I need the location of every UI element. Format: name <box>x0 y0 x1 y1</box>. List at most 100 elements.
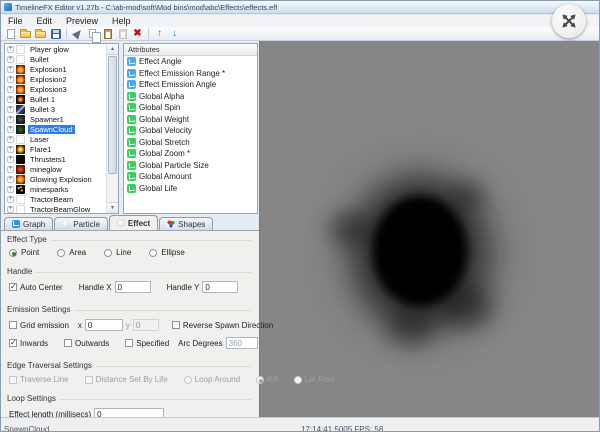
attribute-item[interactable]: Effect Angle <box>124 56 257 68</box>
four-arrows-expand-icon <box>559 11 579 31</box>
tab-effect[interactable]: Effect <box>109 215 158 230</box>
attribute-label: Global Stretch <box>139 138 190 147</box>
expand-plus-icon[interactable] <box>7 86 14 93</box>
ellipse-radio[interactable] <box>149 249 157 257</box>
expand-plus-icon[interactable] <box>7 186 14 193</box>
tree-item[interactable]: minesparks <box>5 184 106 194</box>
tree-item[interactable]: Thrusters1 <box>5 154 106 164</box>
expand-plus-icon[interactable] <box>7 166 14 173</box>
attribute-item[interactable]: Global Alpha <box>124 91 257 103</box>
tab-particle[interactable]: Particle <box>54 217 108 230</box>
expand-plus-icon[interactable] <box>7 136 14 143</box>
menu-edit[interactable]: Edit <box>30 16 60 26</box>
loop-around-radio[interactable] <box>184 376 192 384</box>
scrollbar-thumb[interactable] <box>108 56 117 174</box>
expand-plus-icon[interactable] <box>7 126 14 133</box>
kill-radio[interactable] <box>256 376 264 384</box>
expand-overlay-button[interactable] <box>552 4 586 38</box>
handle-y-input[interactable] <box>202 281 238 293</box>
tree-item[interactable]: Bullet 3 <box>5 104 106 114</box>
expand-plus-icon[interactable] <box>7 206 14 213</box>
paste-alt-button[interactable] <box>116 28 129 40</box>
expand-plus-icon[interactable] <box>7 146 14 153</box>
title-bar[interactable]: TimelineFX Editor v1.27b - C:\ab-mod\sof… <box>1 1 599 14</box>
tab-shapes[interactable]: Shapes <box>159 217 213 230</box>
let-free-radio[interactable] <box>294 376 302 384</box>
copy-button[interactable] <box>86 28 99 40</box>
arc-degrees-input[interactable] <box>226 337 258 349</box>
expand-plus-icon[interactable] <box>7 176 14 183</box>
expand-plus-icon[interactable] <box>7 46 14 53</box>
grid-y-input[interactable] <box>133 319 159 331</box>
tree-item[interactable]: mineglow <box>5 164 106 174</box>
tree-item[interactable]: Laser <box>5 134 106 144</box>
attribute-item[interactable]: Global Life <box>124 183 257 195</box>
open-folder-button[interactable] <box>19 28 32 40</box>
tree-item[interactable]: TractorBeamGlow <box>5 204 106 213</box>
menu-help[interactable]: Help <box>105 16 138 26</box>
scroll-down-icon[interactable]: ▼ <box>107 202 118 213</box>
move-up-button[interactable]: ↑ <box>153 28 166 40</box>
auto-center-checkbox[interactable] <box>9 283 17 291</box>
attribute-item[interactable]: Global Stretch <box>124 137 257 149</box>
attribute-item[interactable]: Effect Emission Range * <box>124 68 257 80</box>
expand-plus-icon[interactable] <box>7 96 14 103</box>
tree-item[interactable]: Player glow <box>5 44 106 54</box>
preview-viewport[interactable] <box>259 41 599 417</box>
area-radio[interactable] <box>57 249 65 257</box>
menu-preview[interactable]: Preview <box>59 16 105 26</box>
attribute-item[interactable]: Global Weight <box>124 114 257 126</box>
attribute-item[interactable]: Global Zoom * <box>124 148 257 160</box>
expand-plus-icon[interactable] <box>7 76 14 83</box>
outwards-checkbox[interactable] <box>64 339 72 347</box>
traverse-line-checkbox[interactable] <box>9 376 17 384</box>
tree-item[interactable]: Glowing Explosion <box>5 174 106 184</box>
reverse-spawn-checkbox[interactable] <box>172 321 180 329</box>
tree-scrollbar[interactable]: ▲ ▼ <box>106 44 118 213</box>
point-radio[interactable] <box>9 249 17 257</box>
save-button[interactable] <box>49 28 62 40</box>
handle-group: Handle <box>7 267 251 276</box>
menu-file[interactable]: File <box>1 16 30 26</box>
grid-x-input[interactable] <box>85 319 123 331</box>
expand-plus-icon[interactable] <box>7 56 14 63</box>
scroll-up-icon[interactable]: ▲ <box>107 44 118 55</box>
tab-graph[interactable]: Graph <box>4 217 53 230</box>
attribute-item[interactable]: Global Particle Size <box>124 160 257 172</box>
tree-item[interactable]: Explosion2 <box>5 74 106 84</box>
effect-type-options: Point Area Line Ellipse <box>9 248 185 257</box>
line-radio[interactable] <box>104 249 112 257</box>
attribute-item[interactable]: Global Velocity <box>124 125 257 137</box>
expand-plus-icon[interactable] <box>7 196 14 203</box>
expand-plus-icon[interactable] <box>7 116 14 123</box>
tree-item[interactable]: Explosion3 <box>5 84 106 94</box>
tree-item-label: Bullet <box>28 55 51 64</box>
pointer-tool-button[interactable] <box>71 28 84 40</box>
graph-attribute-icon <box>127 184 136 193</box>
attribute-item[interactable]: Global Spin <box>124 102 257 114</box>
expand-plus-icon[interactable] <box>7 106 14 113</box>
toolbar: ✖ ↑ ↓ <box>1 27 599 41</box>
expand-plus-icon[interactable] <box>7 156 14 163</box>
tree-item-selected[interactable]: SpawnCloud <box>5 124 106 134</box>
move-down-button[interactable]: ↓ <box>168 28 181 40</box>
inwards-checkbox[interactable] <box>9 339 17 347</box>
paste-button[interactable] <box>101 28 114 40</box>
emission-settings-group: Emission Settings <box>7 305 251 314</box>
tree-item[interactable]: Flare1 <box>5 144 106 154</box>
attribute-item[interactable]: Global Amount <box>124 171 257 183</box>
attribute-item[interactable]: Effect Emission Angle <box>124 79 257 91</box>
new-file-button[interactable] <box>4 28 17 40</box>
tree-item[interactable]: Spawner1 <box>5 114 106 124</box>
specified-checkbox[interactable] <box>125 339 133 347</box>
grid-emission-checkbox[interactable] <box>9 321 17 329</box>
tree-item[interactable]: Bullet <box>5 54 106 64</box>
delete-button[interactable]: ✖ <box>131 28 144 40</box>
tree-item[interactable]: Bullet 1 <box>5 94 106 104</box>
tree-item[interactable]: Explosion1 <box>5 64 106 74</box>
handle-x-input[interactable] <box>115 281 151 293</box>
import-folder-button[interactable] <box>34 28 47 40</box>
expand-plus-icon[interactable] <box>7 66 14 73</box>
tree-item[interactable]: TractorBeam <box>5 194 106 204</box>
distance-set-by-life-checkbox[interactable] <box>85 376 93 384</box>
